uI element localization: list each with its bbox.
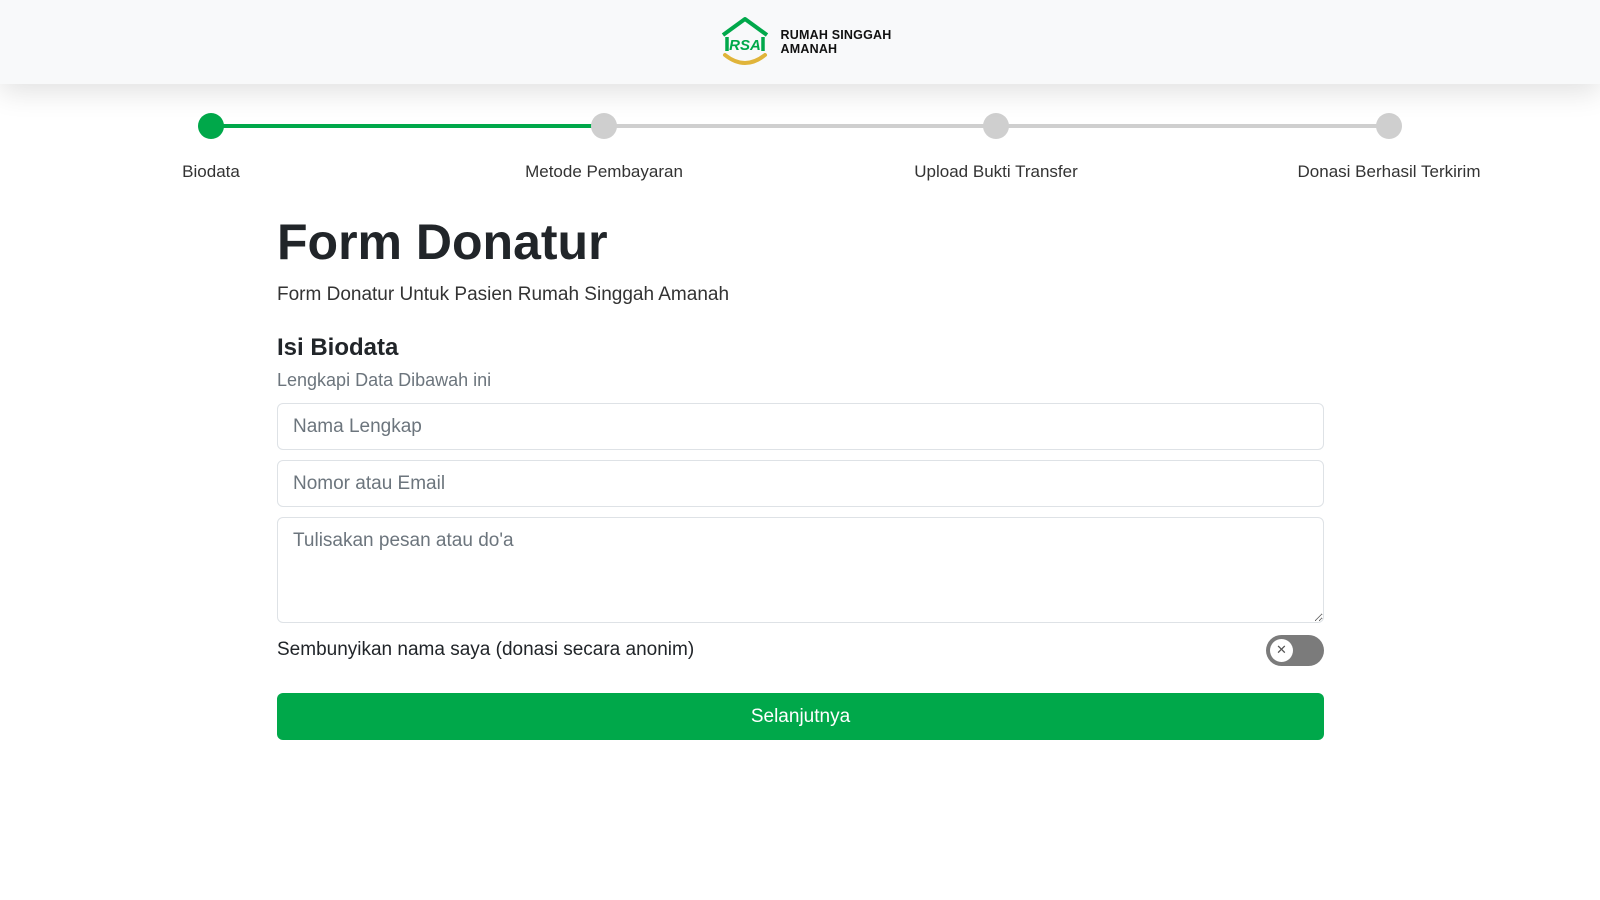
page-subtitle: Form Donatur Untuk Pasien Rumah Singgah … <box>277 284 730 305</box>
svg-text:RSA: RSA <box>729 37 761 54</box>
full-name-input[interactable] <box>277 403 1324 450</box>
donor-form: Form Donatur Form Donatur Untuk Pasien R… <box>277 210 1324 740</box>
brand-line-1: RUMAH SINGGAH <box>780 28 892 42</box>
step-label-metode-pembayaran: Metode Pembayaran <box>525 162 683 181</box>
anonymous-toggle[interactable]: ✕ <box>1266 634 1324 666</box>
phone-or-email-input[interactable] <box>277 460 1324 507</box>
step-dot-donasi-berhasil <box>1376 113 1402 139</box>
step-dot-upload-bukti <box>983 113 1009 139</box>
progress-stepper: Biodata Metode Pembayaran Upload Bukti T… <box>0 84 1600 194</box>
step-label-upload-bukti: Upload Bukti Transfer <box>914 162 1078 181</box>
step-label-donasi-berhasil: Donasi Berhasil Terkirim <box>1297 162 1481 181</box>
brand-name: RUMAH SINGGAH AMANAH <box>781 28 892 56</box>
rsa-house-logo-icon: RSA <box>721 17 768 65</box>
brand-line-2: AMANAH <box>780 42 838 56</box>
message-textarea[interactable] <box>277 517 1324 623</box>
page-title: Form Donatur <box>277 214 608 270</box>
section-subtitle: Lengkapi Data Dibawah ini <box>277 370 492 390</box>
stepper-progress <box>211 124 603 128</box>
brand-logo[interactable]: RSA RUMAH SINGGAH AMANAH <box>717 15 892 69</box>
anonymous-label: Sembunyikan nama saya (donasi secara ano… <box>277 639 695 660</box>
anonymous-row: Sembunyikan nama saya (donasi secara ano… <box>277 633 1324 667</box>
next-button[interactable]: Selanjutnya <box>277 693 1324 740</box>
step-label-biodata: Biodata <box>182 162 240 181</box>
step-dot-biodata <box>198 113 224 139</box>
section-title: Isi Biodata <box>277 334 399 361</box>
top-header: RSA RUMAH SINGGAH AMANAH <box>0 0 1600 84</box>
x-icon: ✕ <box>1270 638 1293 662</box>
step-dot-metode-pembayaran <box>591 113 617 139</box>
